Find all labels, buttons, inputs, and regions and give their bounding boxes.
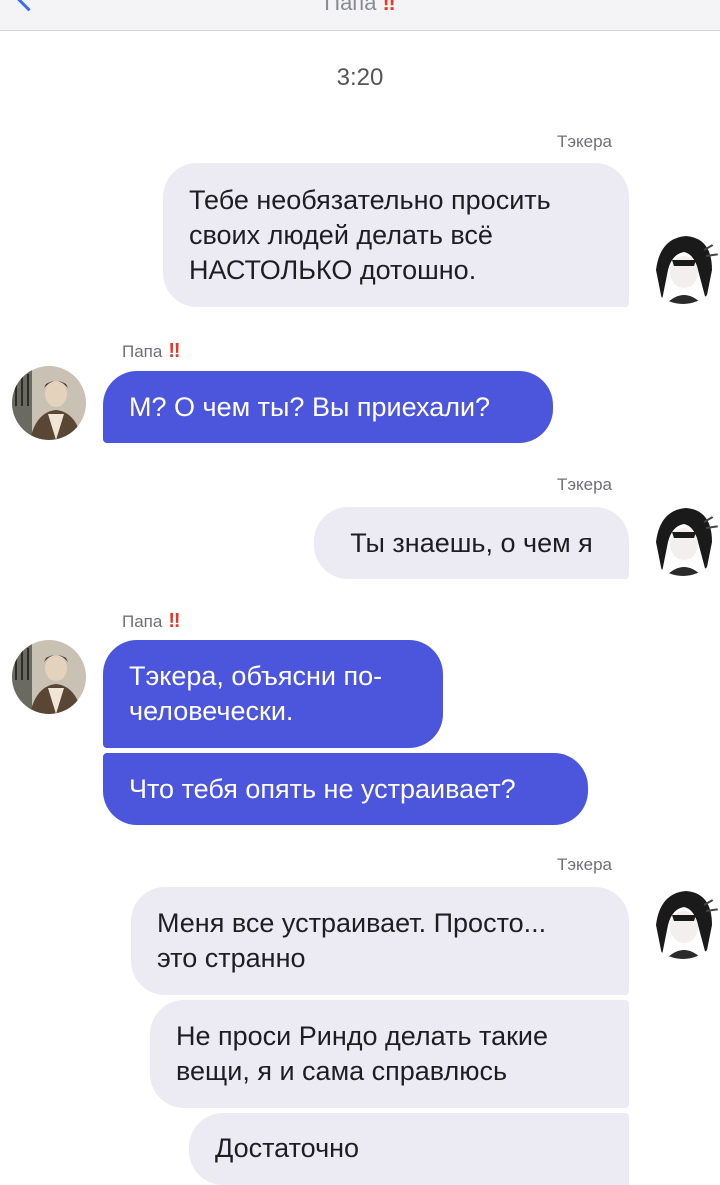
avatar-takera[interactable] — [646, 502, 720, 576]
sender-name: Папа ‼ — [122, 340, 180, 363]
avatar-takera[interactable] — [646, 885, 720, 959]
girl-avatar-icon — [646, 230, 720, 304]
message-bubble[interactable]: Достаточно — [189, 1113, 629, 1185]
message-line: НАСТОЛЬКО дотошно. — [189, 254, 477, 285]
message-line: Меня все устраивает. Просто... — [157, 908, 547, 938]
priority-flag-icon: ‼ — [168, 340, 180, 362]
chat-title-text: Папа — [324, 0, 377, 15]
message-bubble[interactable]: Не проси Риндо делать такие вещи, я и са… — [150, 1000, 629, 1108]
message-line: Ты знаешь, о чем я — [350, 527, 593, 558]
sender-name-text: Папа — [122, 342, 163, 361]
avatar-papa[interactable] — [12, 640, 86, 714]
message-line: вещи, я и сама справлюсь — [176, 1056, 508, 1086]
sender-name: Папа ‼ — [122, 610, 180, 633]
sender-name: Тэкера — [556, 475, 612, 494]
message-line: Не проси Риндо делать такие — [176, 1021, 549, 1051]
girl-avatar-icon — [646, 885, 720, 959]
sender-name-text: Папа — [122, 612, 163, 631]
chat-title: Папа ‼ — [0, 0, 720, 16]
priority-flag-icon: ‼ — [382, 0, 396, 15]
chat-header: Папа ‼ — [0, 0, 720, 31]
avatar-papa[interactable] — [12, 366, 86, 440]
message-bubble[interactable]: Тэкера, объясни по- человечески. — [103, 640, 443, 748]
avatar-takera[interactable] — [646, 230, 720, 304]
message-line: человечески. — [129, 696, 294, 726]
sender-name: Тэкера — [556, 132, 612, 151]
message-line: Достаточно — [215, 1133, 360, 1163]
man-avatar-icon — [12, 366, 86, 440]
message-bubble[interactable]: Ты знаешь, о чем я — [314, 507, 629, 579]
timestamp: 3:20 — [336, 64, 384, 91]
man-avatar-icon — [12, 640, 86, 714]
message-bubble[interactable]: Что тебя опять не устраивает? — [103, 753, 588, 825]
sender-name: Тэкера — [556, 855, 612, 874]
message-bubble[interactable]: Тебе необязательно просить своих людей д… — [163, 163, 629, 307]
message-bubble[interactable]: М? О чем ты? Вы приехали? — [103, 371, 553, 443]
message-line: это странно — [157, 943, 306, 973]
message-line: своих людей делать всё — [189, 219, 493, 250]
priority-flag-icon: ‼ — [168, 610, 180, 632]
message-line: М? О чем ты? Вы приехали? — [129, 391, 491, 422]
message-line: Тэкера, объясни по- — [129, 661, 383, 691]
message-line: Что тебя опять не устраивает? — [129, 773, 516, 804]
message-bubble[interactable]: Меня все устраивает. Просто... это стран… — [131, 887, 629, 995]
girl-avatar-icon — [646, 502, 720, 576]
message-line: Тебе необязательно просить — [189, 184, 551, 215]
